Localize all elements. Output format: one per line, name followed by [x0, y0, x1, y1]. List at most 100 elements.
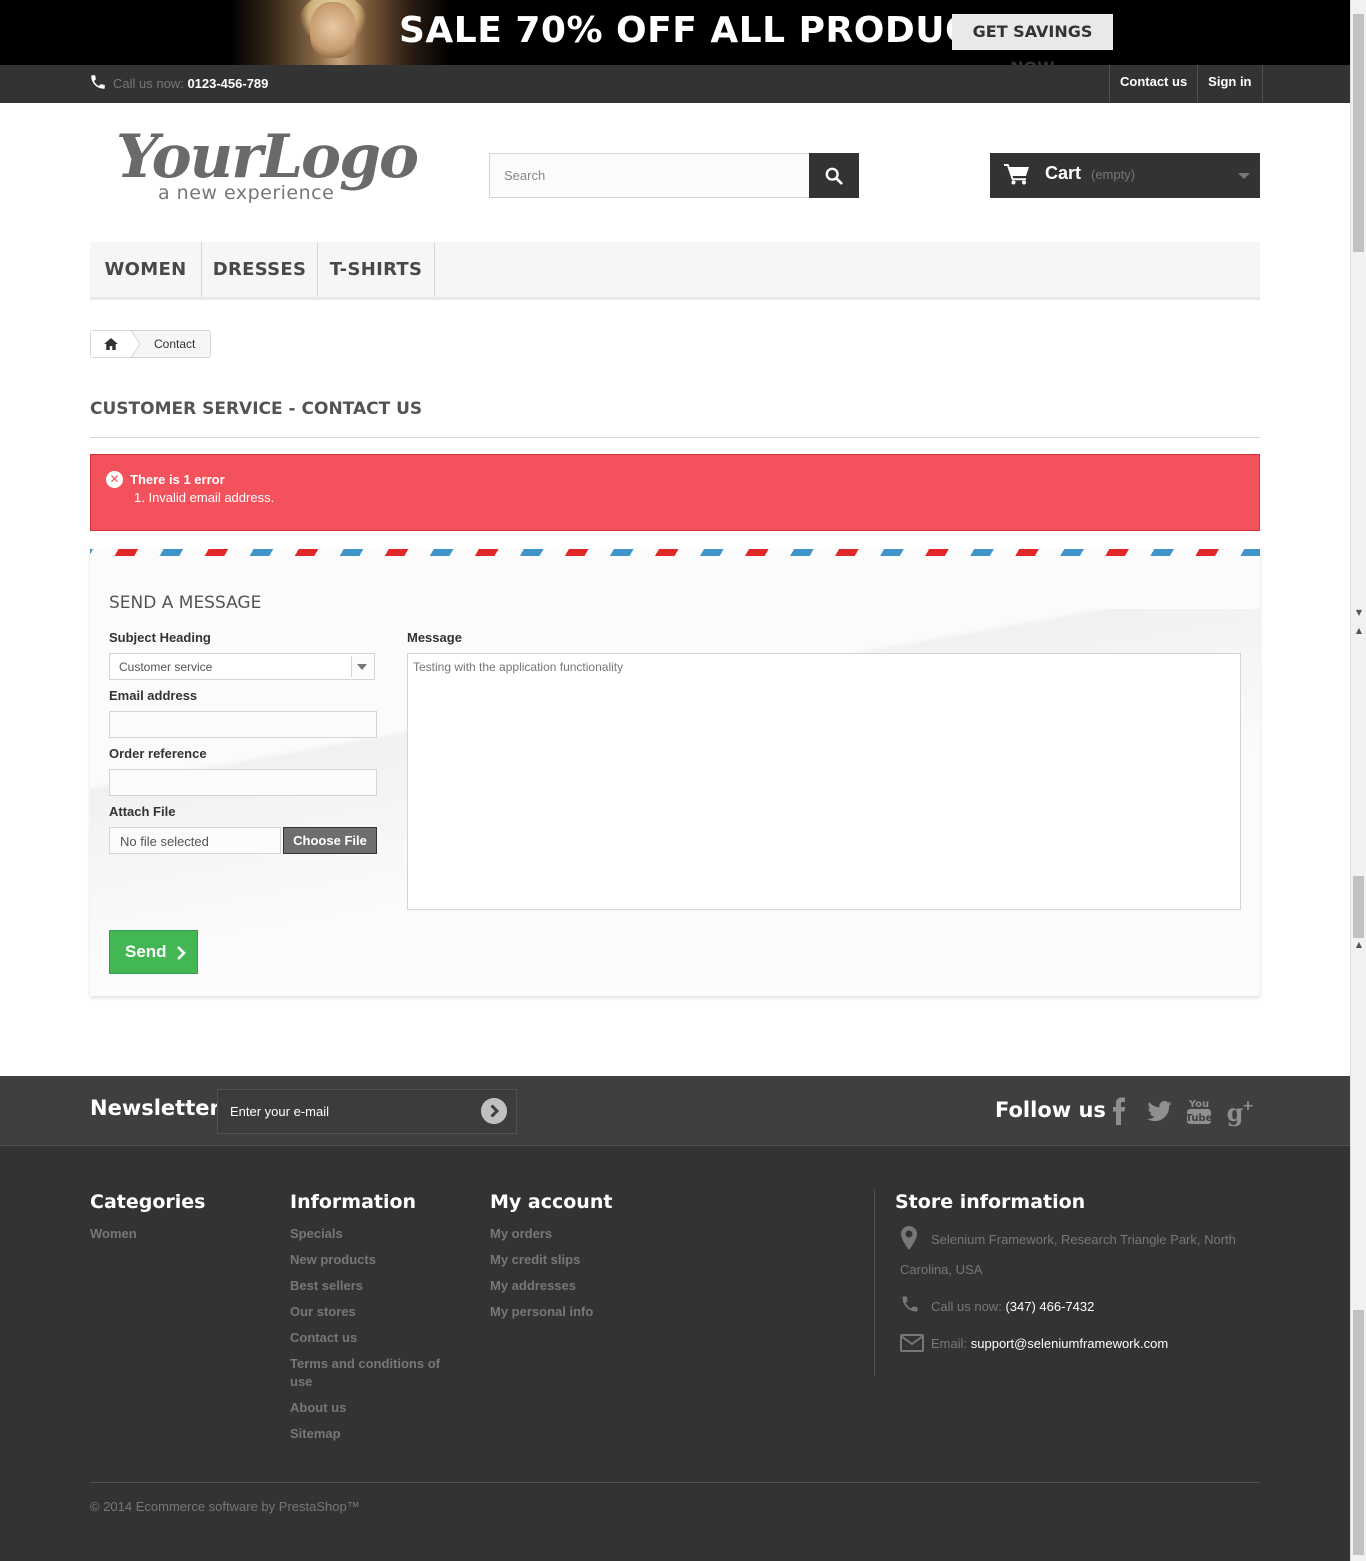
svg-text:You: You	[1188, 1099, 1209, 1110]
scroll-arrow-down-icon[interactable]: ▼	[1351, 606, 1366, 620]
chevron-right-icon	[177, 946, 186, 960]
error-title: There is 1 error	[130, 472, 225, 487]
store-call-label: Call us now:	[931, 1299, 1002, 1314]
call-us: Call us now: 0123-456-789	[113, 76, 268, 91]
sign-in-link[interactable]: Sign in	[1197, 65, 1263, 103]
google-plus-icon[interactable]: g+	[1223, 1095, 1255, 1127]
search-input[interactable]	[489, 153, 810, 198]
form-title: SEND A MESSAGE	[109, 593, 262, 613]
scroll-arrow-up-icon[interactable]: ▲	[1351, 938, 1366, 952]
footer-link-my-orders[interactable]: My orders	[490, 1225, 552, 1243]
chevron-down-icon	[351, 656, 372, 677]
main-menu: WOMEN DRESSES T-SHIRTS	[90, 242, 1260, 300]
twitter-icon[interactable]	[1143, 1095, 1175, 1127]
newsletter-title: Newsletter	[90, 1096, 220, 1120]
choose-file-button[interactable]: Choose File	[283, 827, 377, 854]
footer-link-terms[interactable]: Terms and conditions of use	[290, 1355, 460, 1391]
footer-account-title: My account	[490, 1191, 613, 1213]
home-icon	[104, 338, 118, 350]
phone-icon	[902, 1296, 918, 1312]
footer-link-credit-slips[interactable]: My credit slips	[490, 1251, 580, 1269]
email-field[interactable]	[109, 711, 377, 738]
shop-phone: 0123-456-789	[187, 76, 269, 91]
order-reference-field[interactable]	[109, 769, 377, 796]
newsletter-submit-icon[interactable]	[481, 1098, 507, 1124]
copyright[interactable]: © 2014 Ecommerce software by PrestaShop™	[90, 1499, 360, 1514]
store-phone: Call us now: (347) 466-7432	[931, 1292, 1094, 1322]
phone-icon	[91, 75, 105, 89]
divider	[90, 1482, 1260, 1483]
scrollbar-thumb-secondary[interactable]	[1353, 876, 1364, 938]
file-name-display: No file selected	[109, 827, 281, 854]
subject-value: Customer service	[119, 660, 213, 674]
footer-link-contact-us[interactable]: Contact us	[290, 1329, 357, 1347]
chevron-down-icon	[1238, 173, 1250, 179]
menu-item-women[interactable]: WOMEN	[90, 242, 202, 297]
envelope-icon	[900, 1334, 924, 1352]
subject-label: Subject Heading	[109, 630, 211, 645]
error-alert: ✕ There is 1 error 1. Invalid email addr…	[90, 454, 1260, 531]
cart-icon	[1004, 164, 1029, 185]
menu-item-tshirts[interactable]: T-SHIRTS	[318, 242, 435, 297]
shop-logo[interactable]: YourLogo a new experience	[116, 122, 419, 212]
attach-file-label: Attach File	[109, 804, 176, 819]
footer-link-specials[interactable]: Specials	[290, 1225, 343, 1243]
menu-item-dresses[interactable]: DRESSES	[202, 242, 318, 297]
email-label: Email address	[109, 688, 198, 703]
breadcrumb-home[interactable]	[91, 331, 131, 357]
youtube-icon[interactable]: You Tube	[1183, 1095, 1215, 1127]
footer-link-women[interactable]: Women	[90, 1225, 137, 1243]
facebook-icon[interactable]	[1104, 1095, 1136, 1127]
footer-link-our-stores[interactable]: Our stores	[290, 1303, 356, 1321]
page-title: CUSTOMER SERVICE - CONTACT US	[90, 399, 423, 419]
scrollbar-thumb-lower[interactable]	[1353, 1310, 1364, 1555]
send-button[interactable]: Send	[109, 930, 198, 974]
airmail-stripe	[90, 549, 1260, 556]
call-label: Call us now:	[113, 76, 184, 91]
get-savings-button[interactable]: GET SAVINGS NOW	[952, 14, 1113, 65]
follow-us-label: Follow us	[995, 1098, 1106, 1122]
store-email: Email: support@seleniumframework.com	[931, 1329, 1168, 1359]
cart-status: (empty)	[1091, 167, 1136, 182]
search-icon	[825, 167, 843, 185]
svg-text:Tube: Tube	[1186, 1113, 1213, 1124]
file-status: No file selected	[120, 834, 209, 849]
cart-label: Cart	[1045, 163, 1082, 183]
contact-form-box: SEND A MESSAGE Subject Heading Customer …	[90, 549, 1260, 996]
cart-button[interactable]: Cart (empty)	[990, 153, 1260, 198]
footer-link-addresses[interactable]: My addresses	[490, 1277, 576, 1295]
divider	[874, 1190, 875, 1376]
footer-link-best-sellers[interactable]: Best sellers	[290, 1277, 363, 1295]
store-phone-number: (347) 466-7432	[1005, 1299, 1095, 1314]
page-scrollbar[interactable]: ▼ ▲ ▲	[1350, 0, 1366, 1561]
search-form	[489, 153, 859, 198]
store-email-link[interactable]: support@seleniumframework.com	[971, 1336, 1168, 1351]
sale-banner[interactable]: SALE 70% OFF ALL PRODUCTS GET SAVINGS NO…	[0, 0, 1350, 65]
svg-text:+: +	[1242, 1098, 1254, 1114]
top-bar: Call us now: 0123-456-789 Contact us Sig…	[0, 65, 1350, 103]
newsletter-email-input[interactable]: Enter your e-mail	[217, 1089, 517, 1134]
contact-us-link[interactable]: Contact us	[1109, 65, 1197, 103]
breadcrumb: Contact	[90, 330, 211, 358]
footer-link-new-products[interactable]: New products	[290, 1251, 376, 1269]
scroll-arrow-up-icon[interactable]: ▲	[1351, 624, 1366, 638]
store-email-label: Email:	[931, 1336, 968, 1351]
footer-link-about-us[interactable]: About us	[290, 1399, 346, 1417]
message-textarea[interactable]: Testing with the application functionali…	[407, 653, 1241, 910]
scrollbar-thumb[interactable]	[1353, 14, 1364, 252]
breadcrumb-current: Contact	[154, 337, 196, 351]
footer-information-title: Information	[290, 1191, 417, 1213]
banner-headline: SALE 70% OFF ALL PRODUCTS	[399, 10, 1024, 51]
send-label: Send	[125, 942, 167, 961]
footer-link-personal-info[interactable]: My personal info	[490, 1303, 593, 1321]
footer: Categories Women Information Specials Ne…	[0, 1146, 1350, 1561]
footer-link-sitemap[interactable]: Sitemap	[290, 1425, 341, 1443]
order-reference-label: Order reference	[109, 746, 207, 761]
search-button[interactable]	[809, 153, 859, 198]
newsletter-placeholder: Enter your e-mail	[230, 1104, 329, 1119]
contact-page: SALE 70% OFF ALL PRODUCTS GET SAVINGS NO…	[0, 0, 1350, 1561]
subject-select[interactable]: Customer service	[109, 653, 375, 680]
error-icon: ✕	[106, 471, 123, 488]
store-address: Selenium Framework, Research Triangle Pa…	[900, 1232, 1236, 1277]
footer-categories-title: Categories	[90, 1191, 206, 1213]
